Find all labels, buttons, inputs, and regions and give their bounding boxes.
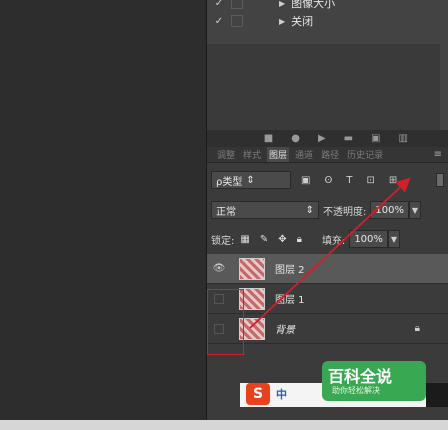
action-label: 关闭 (291, 15, 314, 28)
lock-row: 锁定: ▦ ✎ ✥ 🔒︎ 填充: 100% ▼ (211, 229, 444, 249)
eye-icon[interactable]: 👁︎ (207, 263, 231, 274)
scrollbar[interactable] (440, 0, 448, 130)
sogou-logo: S (246, 383, 270, 405)
tab-adjustments[interactable]: 调整 (215, 147, 237, 162)
opacity-dropdown-icon[interactable]: ▼ (408, 201, 421, 219)
expand-triangle-icon[interactable]: ▶ (279, 0, 285, 8)
filter-toggle[interactable] (436, 173, 444, 187)
layer-name[interactable]: 图层 1 (275, 291, 305, 306)
chevron-down-icon: ⇕ (246, 174, 255, 186)
tab-history[interactable]: 历史记录 (345, 147, 385, 162)
folder-icon[interactable]: ▬ (344, 133, 353, 144)
lock-all-icon[interactable]: 🔒︎ (297, 234, 302, 245)
new-icon[interactable]: ▣ (371, 133, 380, 144)
fill-label: 填充: (321, 235, 346, 247)
adjustment-filter-icon[interactable]: ʘ (324, 175, 332, 186)
record-icon[interactable]: ● (291, 133, 300, 144)
lock-pixels-icon[interactable]: ▦ (240, 234, 249, 245)
check-icon[interactable]: ✓ (207, 0, 231, 9)
lock-icon: 🔒︎ (414, 323, 420, 334)
action-label: 图像大小 (291, 0, 336, 10)
lock-paint-icon[interactable]: ✎ (260, 234, 268, 245)
shape-filter-icon[interactable]: ⊡ (366, 175, 374, 186)
tab-layers[interactable]: 图层 (267, 147, 290, 162)
pixel-filter-icon[interactable]: ▣ (301, 175, 310, 186)
opacity-label: 不透明度: (323, 206, 367, 218)
watermark-badge: 百科全说 助你轻松解决 (322, 361, 426, 401)
type-filter-icon[interactable]: T (346, 175, 352, 186)
dialog-toggle[interactable] (231, 0, 243, 9)
ime-mode: 中 (276, 388, 287, 401)
tab-paths[interactable]: 路径 (319, 147, 341, 162)
layer-name[interactable]: 图层 2 (275, 261, 305, 276)
panel-header: ■ ● ▶ ▬ ▣ ▥ (207, 130, 448, 147)
layer-thumbnail[interactable] (239, 257, 265, 280)
bottom-strip (0, 420, 448, 430)
lock-label: 锁定: (211, 235, 235, 247)
check-icon[interactable]: ✓ (207, 16, 231, 27)
action-row[interactable]: ✓ ▶ 关闭 (207, 12, 448, 30)
panel-empty-space (207, 44, 448, 130)
action-row[interactable]: ✓ ▶ 图像大小 (207, 0, 448, 12)
watermark-brand: 百科全说 (328, 367, 393, 386)
filter-kind-label: ρ类型 (216, 176, 243, 188)
filter-icons: ▣ ʘ T ⊡ ⊞ (301, 175, 397, 186)
panel-tabs: 调整 样式 图层 通道 路径 历史记录 ≡ (207, 147, 448, 163)
filter-kind-select[interactable]: ρ类型 ⇕ (211, 171, 291, 189)
trash-icon[interactable]: ▥ (399, 133, 408, 144)
layer-filter-row: ρ类型 ⇕ ▣ ʘ T ⊡ ⊞ (211, 170, 444, 190)
play-icon[interactable]: ▶ (318, 133, 326, 144)
smart-object-filter-icon[interactable]: ⊞ (389, 175, 397, 186)
fill-dropdown-icon[interactable]: ▼ (387, 230, 400, 248)
actions-panel: ✓ ▶ 图像大小 ✓ ▶ 关闭 (207, 0, 448, 44)
blend-row: 正常 ⇕ 不透明度: 100% ▼ (211, 200, 444, 220)
toolbar-edge (426, 383, 448, 407)
panel-menu-icon[interactable]: ≡ (434, 149, 442, 160)
lock-icons: ▦ ✎ ✥ 🔒︎ (240, 234, 302, 245)
expand-triangle-icon[interactable]: ▶ (279, 17, 285, 26)
blend-mode-value: 正常 (216, 206, 236, 218)
chevron-down-icon: ⇕ (305, 204, 314, 216)
layer-name[interactable]: 背景 (275, 321, 295, 336)
tab-channels[interactable]: 通道 (293, 147, 315, 162)
lock-position-icon[interactable]: ✥ (278, 234, 286, 245)
blend-mode-select[interactable]: 正常 ⇕ (211, 201, 319, 219)
watermark-slogan: 助你轻松解决 (332, 386, 380, 395)
layer-row[interactable]: 👁︎ 图层 2 (207, 254, 448, 284)
stop-icon[interactable]: ■ (264, 133, 273, 144)
tab-styles[interactable]: 样式 (241, 147, 263, 162)
canvas-area (0, 0, 206, 430)
dialog-toggle[interactable] (231, 15, 243, 27)
opacity-field[interactable]: 100% (370, 201, 409, 219)
highlight-box (207, 289, 244, 355)
fill-field[interactable]: 100% (349, 230, 388, 248)
